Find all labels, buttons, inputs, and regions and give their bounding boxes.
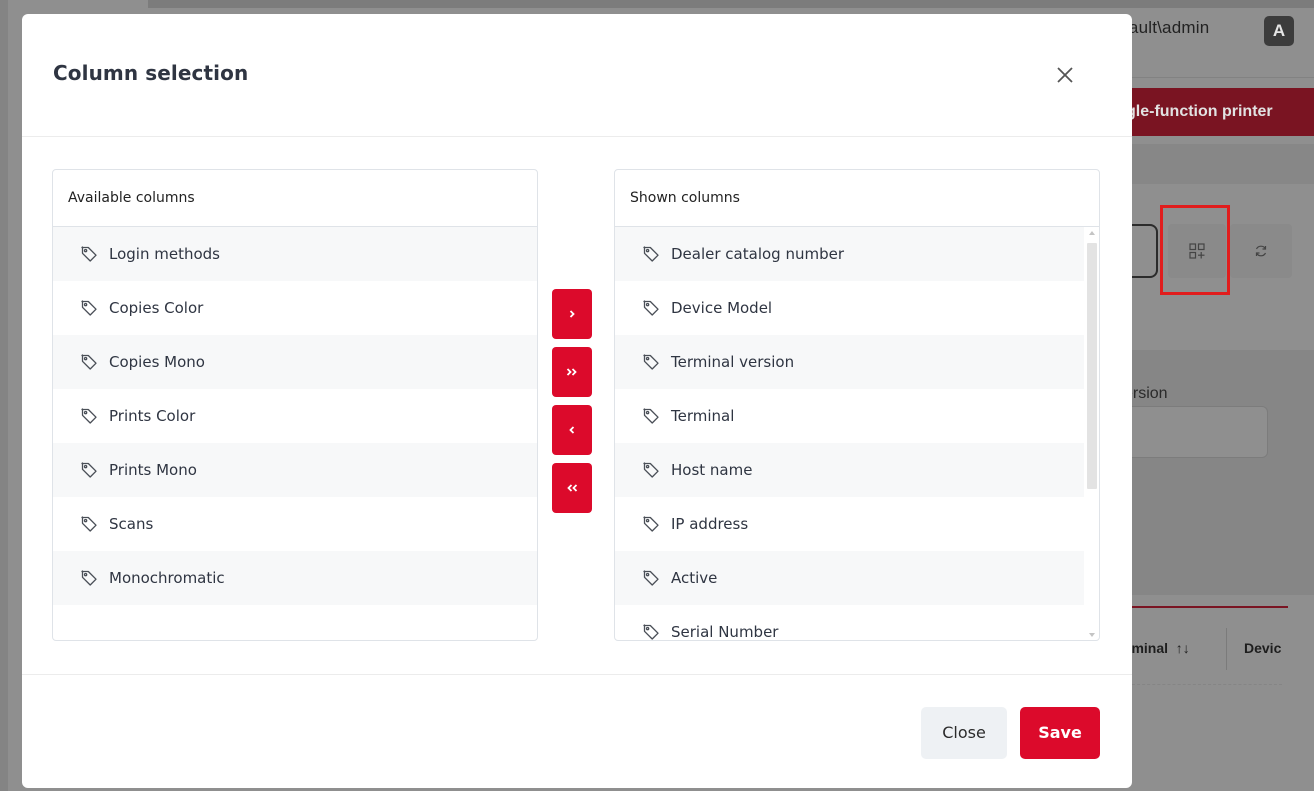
scroll-down-arrow-icon[interactable]	[1089, 633, 1095, 637]
list-item-label: Active	[671, 569, 718, 587]
list-item[interactable]: IP address	[615, 497, 1084, 551]
shown-columns-body[interactable]: Dealer catalog number Device Model Termi…	[615, 227, 1099, 641]
close-button[interactable]: Close	[921, 707, 1007, 759]
table-header-device: Devic	[1244, 640, 1282, 656]
list-item[interactable]: Scans	[53, 497, 537, 551]
version-input	[1124, 406, 1268, 458]
list-item-label: Device Model	[671, 299, 773, 317]
chevron-right-icon	[569, 310, 575, 318]
close-icon[interactable]	[1052, 62, 1078, 88]
scrollbar[interactable]	[1087, 231, 1097, 637]
move-all-right-button[interactable]	[552, 347, 592, 397]
tag-icon	[81, 354, 97, 370]
list-item-label: Serial Number	[671, 623, 779, 641]
tag-icon	[643, 408, 659, 424]
list-item[interactable]: Copies Mono	[53, 335, 537, 389]
available-columns-header: Available columns	[53, 170, 537, 227]
scrollbar-thumb[interactable]	[1087, 243, 1097, 489]
list-item-label: Dealer catalog number	[671, 245, 844, 263]
list-item-label: Prints Mono	[109, 461, 197, 479]
table-header-terminal: rminal ↑↓	[1126, 640, 1190, 656]
shown-columns-header: Shown columns	[615, 170, 1099, 227]
tag-icon	[81, 462, 97, 478]
list-item-label: Terminal version	[671, 353, 795, 371]
list-item[interactable]: Prints Mono	[53, 443, 537, 497]
list-item-label: Scans	[109, 515, 154, 533]
list-item-label: Monochromatic	[109, 569, 225, 587]
list-item[interactable]: Prints Color	[53, 389, 537, 443]
tag-icon	[81, 570, 97, 586]
tag-icon	[81, 408, 97, 424]
list-item[interactable]: Terminal	[615, 389, 1084, 443]
list-item[interactable]: Host name	[615, 443, 1084, 497]
toolbar-strip	[1132, 144, 1314, 184]
shown-columns-list: Shown columns Dealer catalog number Devi…	[614, 169, 1100, 641]
move-all-left-button[interactable]	[552, 463, 592, 513]
sort-icon: ↑↓	[1175, 640, 1190, 656]
list-item[interactable]: Login methods	[53, 227, 537, 281]
tag-icon	[81, 300, 97, 316]
user-label: fault\admin	[1124, 18, 1210, 37]
available-columns-body: Login methods Copies Color Copies Mono P…	[53, 227, 537, 640]
scroll-up-arrow-icon[interactable]	[1089, 231, 1095, 235]
dialog-title: Column selection	[53, 61, 249, 85]
list-item-label: Terminal	[671, 407, 735, 425]
tag-icon	[81, 246, 97, 262]
sidebar-edge	[0, 0, 8, 791]
list-item[interactable]: Dealer catalog number	[615, 227, 1084, 281]
list-item[interactable]: Terminal version	[615, 335, 1084, 389]
double-chevron-right-icon	[566, 368, 577, 376]
dialog-header: Column selection	[22, 14, 1132, 137]
tag-icon	[643, 624, 659, 640]
list-item-label: Copies Mono	[109, 353, 205, 371]
double-chevron-left-icon	[567, 484, 578, 492]
table-row-divider	[1132, 684, 1282, 685]
tag-icon	[643, 300, 659, 316]
tag-icon	[643, 516, 659, 532]
list-item-label: Prints Color	[109, 407, 196, 425]
tag-icon	[643, 354, 659, 370]
tag-icon	[643, 462, 659, 478]
list-item-label: Copies Color	[109, 299, 204, 317]
column-selection-dialog: Column selection Available columns Login…	[22, 14, 1132, 788]
tag-icon	[643, 570, 659, 586]
tag-icon	[81, 516, 97, 532]
list-item[interactable]: Serial Number	[615, 605, 1084, 641]
chevron-left-icon	[569, 426, 575, 434]
table-top-line	[1132, 606, 1288, 608]
list-item-label: Host name	[671, 461, 753, 479]
list-item[interactable]: Device Model	[615, 281, 1084, 335]
avatar: A	[1264, 16, 1294, 46]
move-left-button[interactable]	[552, 405, 592, 455]
list-item-label: Login methods	[109, 245, 220, 263]
save-button[interactable]: Save	[1020, 707, 1100, 759]
list-item[interactable]: Monochromatic	[53, 551, 537, 605]
tag-icon	[643, 246, 659, 262]
page-banner: gle-function printer	[1120, 88, 1314, 136]
dialog-footer: Close Save	[22, 674, 1132, 788]
table-header-divider	[1226, 628, 1227, 670]
refresh-button	[1230, 224, 1292, 278]
highlight-box	[1160, 205, 1230, 295]
list-item[interactable]: Active	[615, 551, 1084, 605]
available-columns-list: Available columns Login methods Copies C…	[52, 169, 538, 641]
top-edge	[148, 0, 1314, 8]
list-item-label: IP address	[671, 515, 749, 533]
refresh-icon	[1230, 224, 1292, 278]
list-item[interactable]: Copies Color	[53, 281, 537, 335]
move-right-button[interactable]	[552, 289, 592, 339]
